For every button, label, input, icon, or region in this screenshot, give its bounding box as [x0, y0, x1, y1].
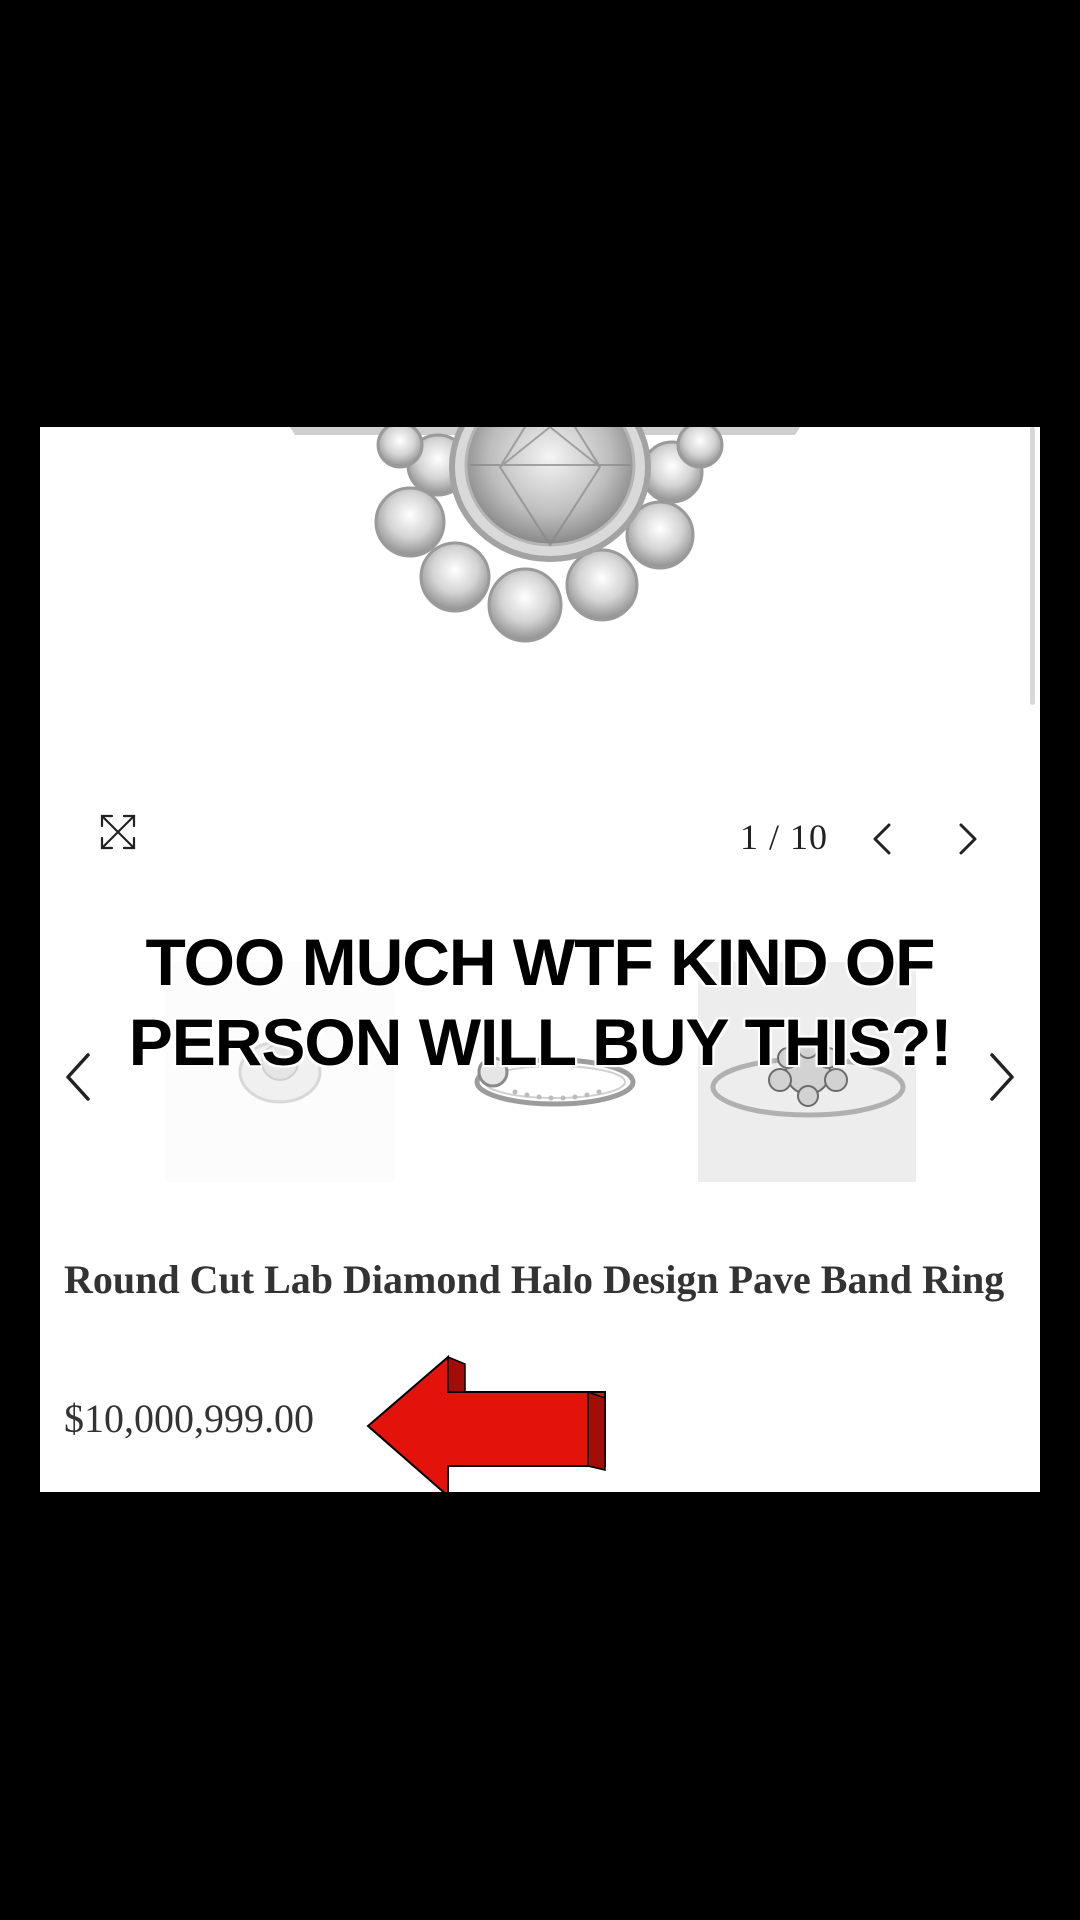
- image-counter: 1 / 10: [740, 817, 829, 857]
- ring-main-image[interactable]: [40, 427, 1040, 767]
- product-page: 1 / 10 TOO MUCH WTF KIND OF PERSON WILL …: [40, 427, 1040, 1492]
- expand-icon[interactable]: [98, 812, 138, 852]
- overlay-caption-line2: PERSON WILL BUY THIS?!: [128, 1005, 953, 1079]
- overlay-caption: TOO MUCH WTF KIND OF PERSON WILL BUY THI…: [40, 922, 1040, 1082]
- red-arrow-icon: [366, 1354, 606, 1492]
- chevron-right-icon[interactable]: [947, 819, 987, 859]
- chevron-left-icon[interactable]: [863, 819, 903, 859]
- overlay-caption-line1: TOO MUCH WTF KIND OF: [145, 925, 935, 999]
- product-title: Round Cut Lab Diamond Halo Design Pave B…: [64, 1257, 1005, 1302]
- product-price: $10,000,999.00: [64, 1396, 314, 1441]
